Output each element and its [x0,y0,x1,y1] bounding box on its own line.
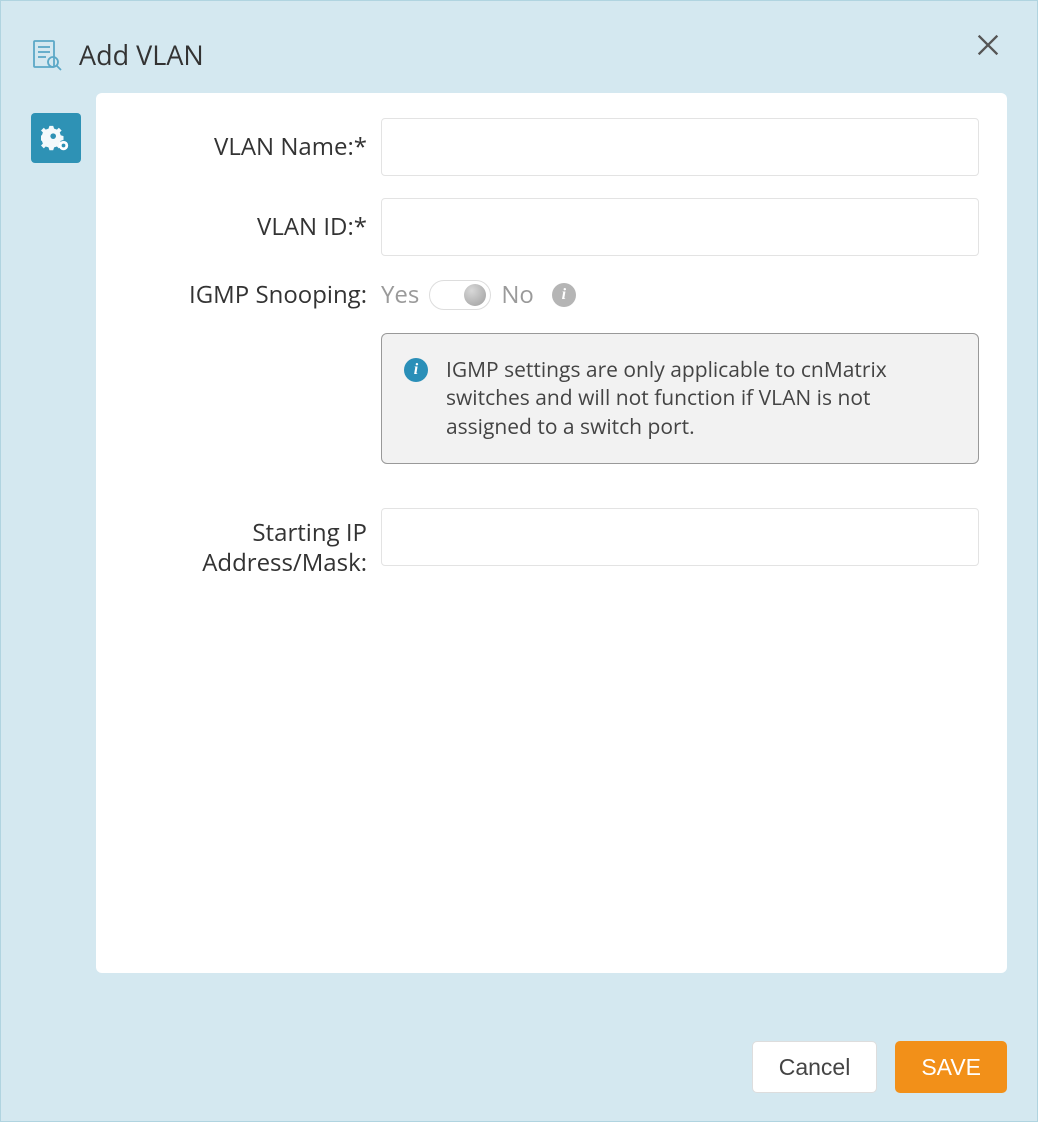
info-row: i IGMP settings are only applicable to c… [106,333,979,464]
igmp-toggle-group: Yes No i [381,278,576,311]
info-icon[interactable]: i [552,283,576,307]
igmp-toggle[interactable] [429,280,491,310]
vlan-id-input[interactable] [381,198,979,256]
dialog-body: VLAN Name:* VLAN ID:* IGMP Snooping: Yes… [1,93,1037,973]
vlan-name-row: VLAN Name:* [106,118,979,176]
dialog-footer: Cancel SAVE [752,1041,1007,1093]
vlan-name-label: VLAN Name:* [106,132,381,162]
toggle-knob [464,284,486,306]
document-search-icon [31,39,63,71]
dialog-title: Add VLAN [79,36,204,73]
gears-icon [41,123,71,153]
igmp-yes-label: Yes [381,278,419,311]
starting-ip-row: Starting IP Address/Mask: [106,508,979,578]
igmp-label: IGMP Snooping: [106,280,381,310]
vlan-id-label: VLAN ID:* [106,212,381,242]
igmp-row: IGMP Snooping: Yes No i [106,278,979,311]
info-text: IGMP settings are only applicable to cnM… [446,356,958,441]
igmp-no-label: No [501,278,534,311]
dialog-header: Add VLAN [1,1,1037,93]
starting-ip-label: Starting IP Address/Mask: [106,508,381,578]
save-button[interactable]: SAVE [895,1041,1007,1093]
form-panel: VLAN Name:* VLAN ID:* IGMP Snooping: Yes… [96,93,1007,973]
info-box: i IGMP settings are only applicable to c… [381,333,979,464]
settings-tab[interactable] [31,113,81,163]
cancel-button[interactable]: Cancel [752,1041,878,1093]
info-icon: i [404,358,428,382]
starting-ip-input[interactable] [381,508,979,566]
vlan-id-row: VLAN ID:* [106,198,979,256]
close-button[interactable] [974,31,1002,59]
vlan-name-input[interactable] [381,118,979,176]
